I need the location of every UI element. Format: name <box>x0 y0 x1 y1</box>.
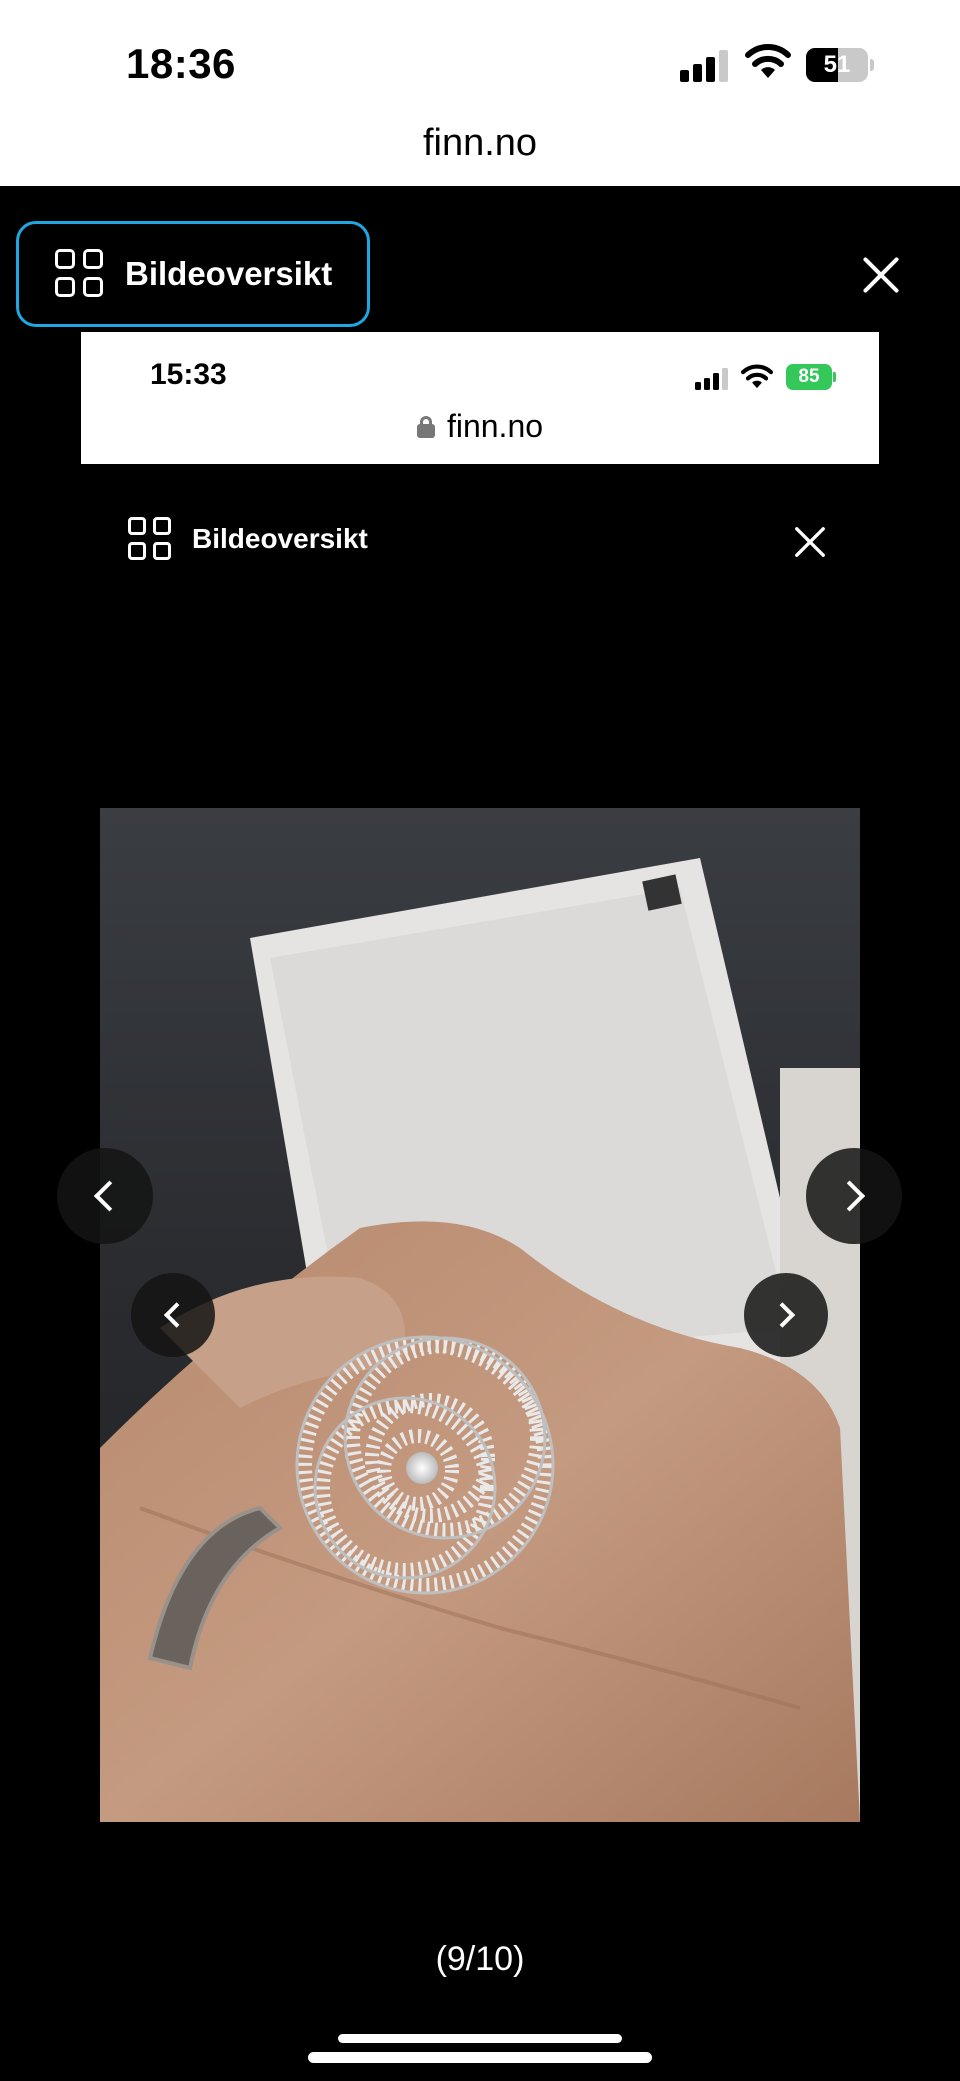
inner-previous-image-button <box>131 1273 215 1357</box>
inner-close-icon <box>793 525 827 559</box>
image-overview-button[interactable]: Bildeoversikt <box>16 221 370 327</box>
previous-image-button[interactable] <box>57 1148 153 1244</box>
battery-level: 51 <box>823 51 851 78</box>
inner-screenshot-status-bar: 15:33 85 finn.no <box>81 332 879 464</box>
inner-image-overview-button: Bildeoversikt <box>128 517 368 561</box>
signal-icon <box>680 50 730 82</box>
inner-grid-icon <box>128 517 172 561</box>
inner-home-indicator <box>338 2034 622 2043</box>
inner-next-image-button <box>744 1273 828 1357</box>
chevron-right-icon <box>834 1180 866 1212</box>
image-overview-label: Bildeoversikt <box>125 255 333 292</box>
battery-icon: 51 <box>806 48 874 82</box>
home-indicator[interactable] <box>308 2052 652 2063</box>
address-bar[interactable]: finn.no <box>0 120 960 186</box>
inner-battery-icon: 85 <box>786 364 836 390</box>
inner-url-text: finn.no <box>446 408 544 444</box>
inner-signal-icon <box>695 368 729 390</box>
chevron-left-icon <box>93 1180 125 1212</box>
wifi-icon <box>745 44 791 78</box>
inner-battery-level: 85 <box>798 366 820 387</box>
inner-address-bar: finn.no <box>81 408 879 445</box>
grid-icon <box>55 249 105 299</box>
inner-wifi-icon <box>741 364 773 389</box>
image-counter: (9/10) <box>435 1940 525 1978</box>
inner-image-overview-label: Bildeoversikt <box>192 523 368 554</box>
inner-status-time: 15:33 <box>150 358 227 391</box>
next-image-button[interactable] <box>806 1148 902 1244</box>
close-icon[interactable] <box>861 255 901 295</box>
inner-chevron-left-icon <box>163 1302 190 1328</box>
status-bar: 18:36 51 <box>0 0 960 120</box>
inner-chevron-right-icon <box>769 1302 796 1328</box>
status-time: 18:36 <box>126 40 236 87</box>
lock-icon <box>416 416 435 438</box>
